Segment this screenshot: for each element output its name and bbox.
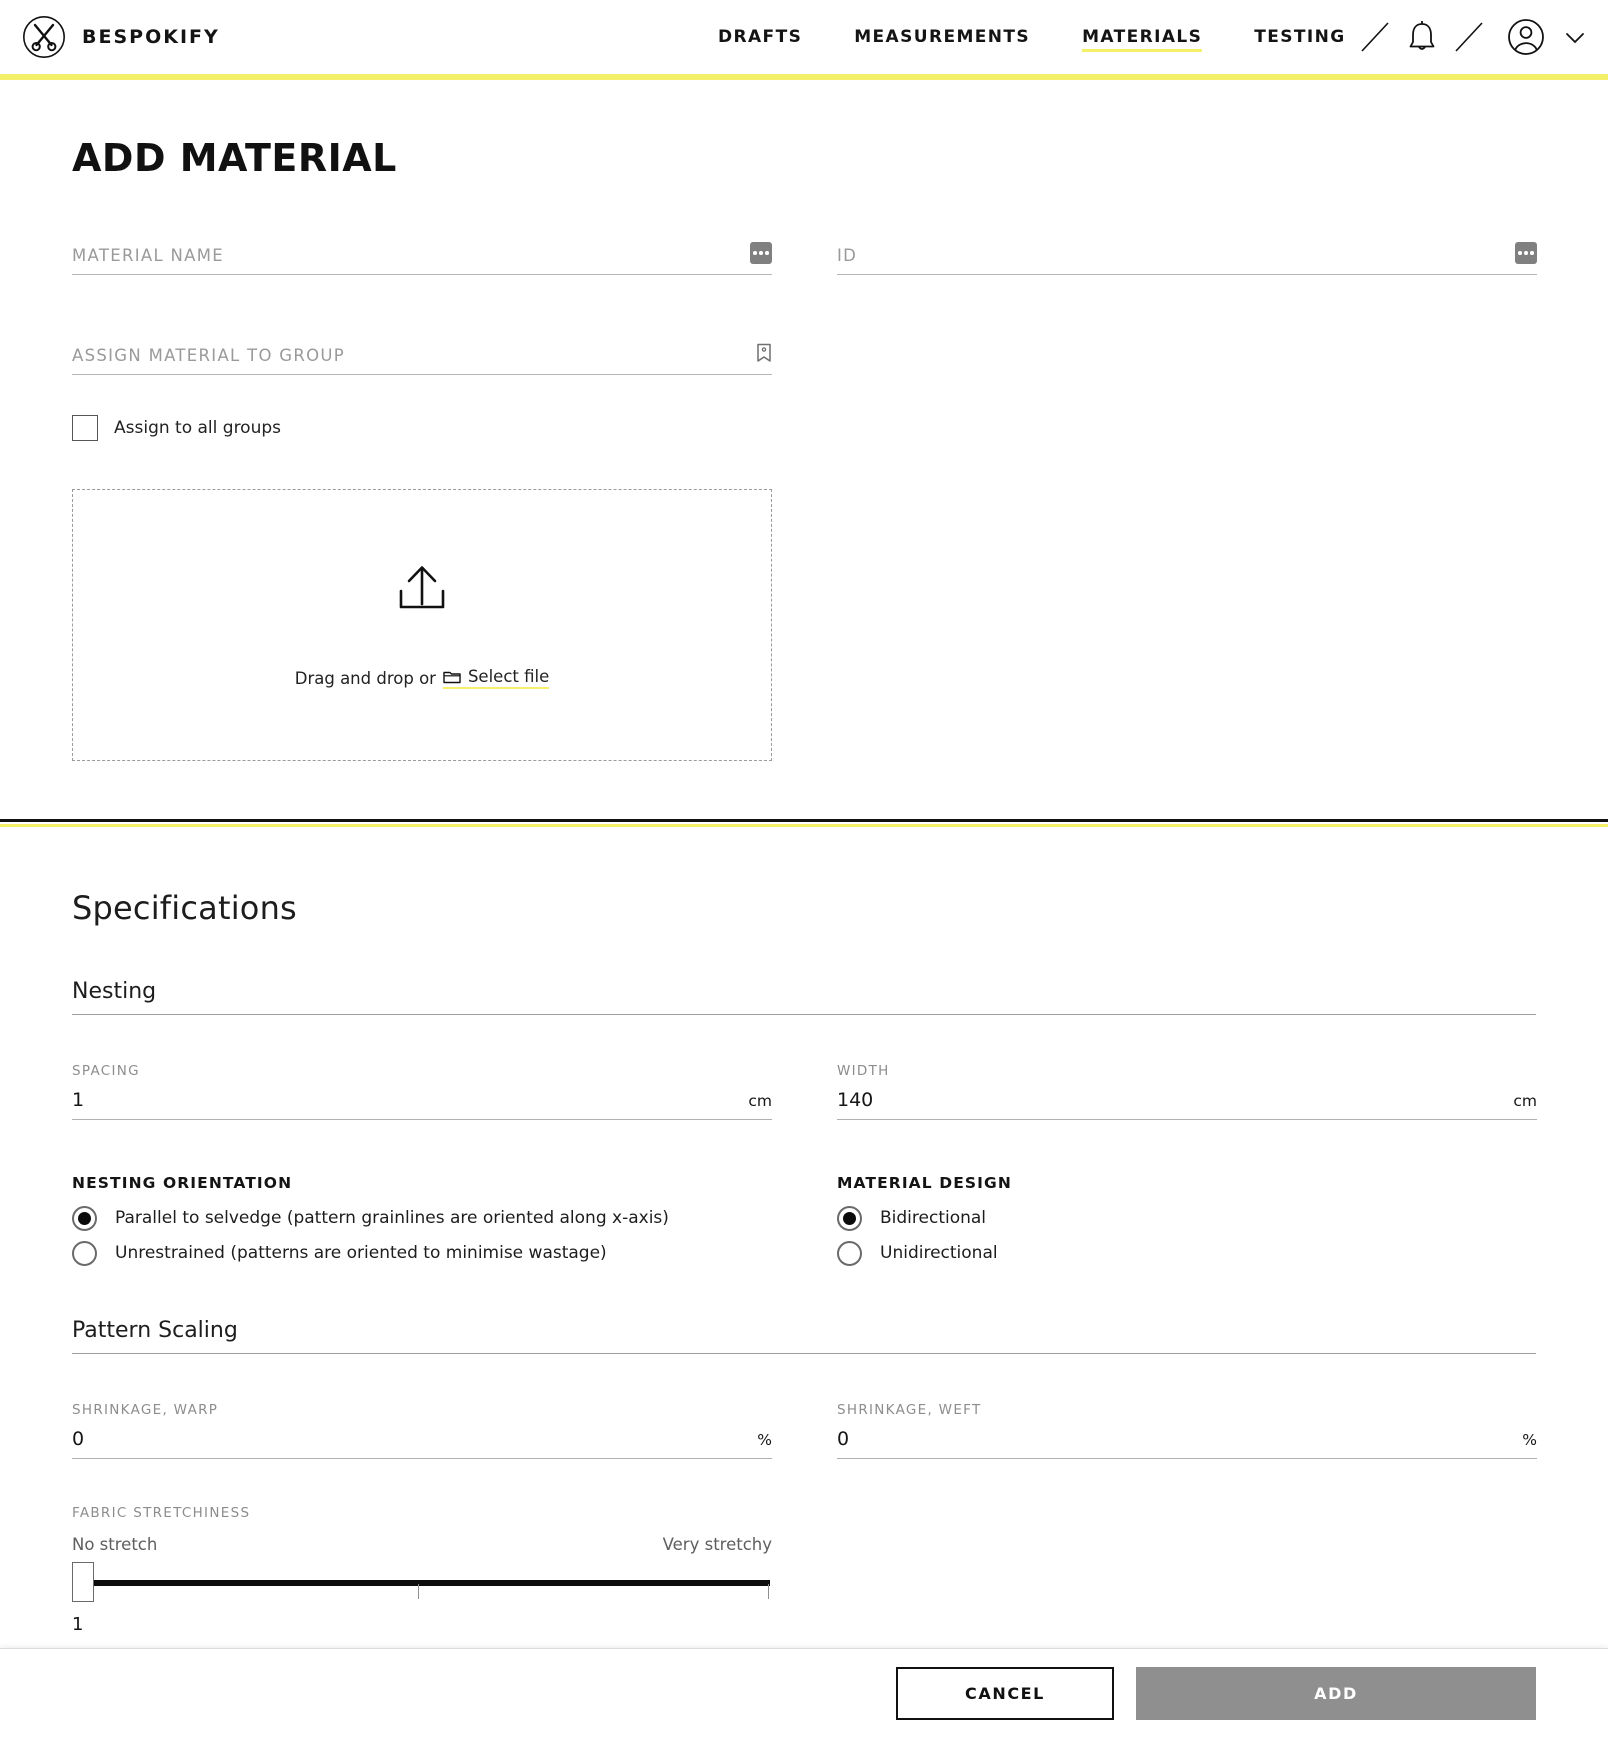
app-header: BESPOKIFY DRAFTS MEASUREMENTS MATERIALS …: [0, 0, 1608, 74]
radio-unidirectional-input[interactable]: [837, 1240, 862, 1266]
assign-group-field[interactable]: ASSIGN MATERIAL TO GROUP: [72, 343, 772, 375]
fabric-stretchiness-block: FABRIC STRETCHINESS No stretch Very stre…: [72, 1505, 772, 1635]
shrinkage-grid: SHRINKAGE, WARP 0 % SHRINKAGE, WEFT 0 %: [72, 1402, 1537, 1459]
scissors-icon: [22, 15, 66, 59]
material-name-label: MATERIAL NAME: [72, 246, 224, 265]
radio-unrestrained-label: Unrestrained (patterns are oriented to m…: [115, 1243, 607, 1263]
assign-all-groups-label[interactable]: Assign to all groups: [114, 418, 281, 438]
slider-value: 1: [72, 1613, 84, 1635]
header-accent-bar: [0, 74, 1608, 80]
add-button[interactable]: ADD: [1136, 1667, 1536, 1720]
specifications-title: Specifications: [72, 888, 297, 927]
spacing-value[interactable]: 1: [72, 1089, 84, 1111]
radio-parallel-to-selvedge[interactable]: Parallel to selvedge (pattern grainlines…: [72, 1205, 772, 1231]
nav-item-drafts[interactable]: DRAFTS: [692, 0, 828, 74]
assign-all-groups-row[interactable]: Assign to all groups: [72, 415, 1536, 441]
width-unit: cm: [1513, 1091, 1537, 1110]
assign-group-label: ASSIGN MATERIAL TO GROUP: [72, 346, 346, 365]
divider-yellow-line: [0, 823, 1608, 827]
radio-parallel-to-selvedge-input[interactable]: [72, 1205, 97, 1231]
upload-icon: [393, 561, 451, 619]
main-nav: DRAFTS MEASUREMENTS MATERIALS TESTING: [692, 0, 1372, 74]
id-field[interactable]: ID: [837, 242, 1537, 275]
top-form-grid: MATERIAL NAME ID: [72, 242, 1537, 275]
slider-tick-end: [768, 1583, 770, 1599]
pattern-scaling-heading: Pattern Scaling: [72, 1318, 1536, 1354]
shrinkage-warp-label: SHRINKAGE, WARP: [72, 1401, 219, 1418]
radio-bidirectional-label: Bidirectional: [880, 1208, 987, 1228]
bell-icon[interactable]: [1402, 16, 1442, 58]
width-label: WIDTH: [837, 1062, 890, 1079]
form-footer: CANCEL ADD: [0, 1648, 1608, 1738]
ellipsis-icon[interactable]: [750, 242, 772, 264]
width-value[interactable]: 140: [837, 1089, 873, 1111]
spacing-unit: cm: [748, 1091, 772, 1110]
header-actions: [1348, 0, 1592, 74]
nesting-orientation-group: NESTING ORIENTATION Parallel to selvedge…: [72, 1174, 772, 1266]
brand-name: BESPOKIFY: [82, 26, 220, 48]
radio-unrestrained-input[interactable]: [72, 1240, 97, 1266]
id-label: ID: [837, 246, 858, 265]
slider-max-label: Very stretchy: [662, 1534, 772, 1554]
radio-grid: NESTING ORIENTATION Parallel to selvedge…: [72, 1174, 1536, 1266]
spacing-field[interactable]: SPACING 1 cm: [72, 1063, 772, 1120]
page-title: ADD MATERIAL: [72, 136, 397, 180]
nesting-number-grid: SPACING 1 cm WIDTH 140 cm: [72, 1063, 1537, 1120]
slider-tick-mid: [418, 1583, 420, 1599]
file-dropzone[interactable]: Drag and drop or Select file: [72, 489, 772, 761]
section-divider: [0, 819, 1608, 827]
shrinkage-weft-value[interactable]: 0: [837, 1428, 849, 1450]
user-avatar-icon[interactable]: [1504, 15, 1548, 59]
slider-end-labels: No stretch Very stretchy: [72, 1535, 772, 1554]
radio-unidirectional-label: Unidirectional: [880, 1243, 998, 1263]
page-content: ADD MATERIAL MATERIAL NAME ID ASSIGN MAT…: [0, 136, 1608, 761]
slider-handle[interactable]: [72, 1561, 94, 1602]
shrinkage-warp-unit: %: [757, 1430, 772, 1449]
nav-item-measurements[interactable]: MEASUREMENTS: [828, 0, 1056, 74]
slider-min-label: No stretch: [72, 1534, 158, 1554]
radio-bidirectional-input[interactable]: [837, 1205, 862, 1231]
cancel-button[interactable]: CANCEL: [896, 1667, 1114, 1720]
shrinkage-weft-unit: %: [1522, 1430, 1537, 1449]
fabric-stretchiness-slider[interactable]: [72, 1561, 772, 1604]
assign-all-groups-checkbox[interactable]: [72, 415, 98, 441]
dropzone-text: Drag and drop or: [294, 668, 436, 688]
material-design-label: MATERIAL DESIGN: [837, 1173, 1012, 1192]
specifications-section: Specifications Nesting SPACING 1 cm WIDT…: [0, 889, 1608, 1635]
nesting-orientation-label: NESTING ORIENTATION: [72, 1173, 293, 1192]
radio-bidirectional[interactable]: Bidirectional: [837, 1205, 1537, 1231]
radio-unrestrained[interactable]: Unrestrained (patterns are oriented to m…: [72, 1240, 772, 1266]
spacing-label: SPACING: [72, 1062, 140, 1079]
tag-icon[interactable]: [756, 343, 772, 363]
select-file-label: Select file: [467, 667, 550, 686]
shrinkage-warp-field[interactable]: SHRINKAGE, WARP 0 %: [72, 1402, 772, 1459]
nav-item-materials[interactable]: MATERIALS: [1056, 0, 1228, 74]
add-material-page: BESPOKIFY DRAFTS MEASUREMENTS MATERIALS …: [0, 0, 1608, 1738]
shrinkage-warp-value[interactable]: 0: [72, 1428, 84, 1450]
group-form-grid: ASSIGN MATERIAL TO GROUP: [72, 343, 1536, 375]
ellipsis-icon-2[interactable]: [1515, 242, 1537, 264]
chevron-down-icon[interactable]: [1558, 20, 1592, 54]
slider-rail: [80, 1579, 770, 1586]
radio-parallel-to-selvedge-label: Parallel to selvedge (pattern grainlines…: [115, 1208, 669, 1228]
material-design-group: MATERIAL DESIGN Bidirectional Unidirecti…: [837, 1174, 1537, 1266]
brand-logo[interactable]: BESPOKIFY: [22, 15, 220, 59]
shrinkage-weft-label: SHRINKAGE, WEFT: [837, 1401, 982, 1418]
radio-unidirectional[interactable]: Unidirectional: [837, 1240, 1537, 1266]
folder-icon: [443, 669, 461, 684]
nesting-heading: Nesting: [72, 979, 1536, 1015]
shrinkage-weft-field[interactable]: SHRINKAGE, WEFT 0 %: [837, 1402, 1537, 1459]
dropzone-text-row: Drag and drop or Select file: [294, 667, 550, 689]
divider-slash-icon-2: [1442, 15, 1496, 59]
divider-slash-icon: [1348, 15, 1402, 59]
select-file-link[interactable]: Select file: [442, 667, 550, 689]
divider-black-line: [0, 819, 1608, 822]
material-name-field[interactable]: MATERIAL NAME: [72, 242, 772, 275]
width-field[interactable]: WIDTH 140 cm: [837, 1063, 1537, 1120]
fabric-stretchiness-label: FABRIC STRETCHINESS: [72, 1504, 251, 1521]
